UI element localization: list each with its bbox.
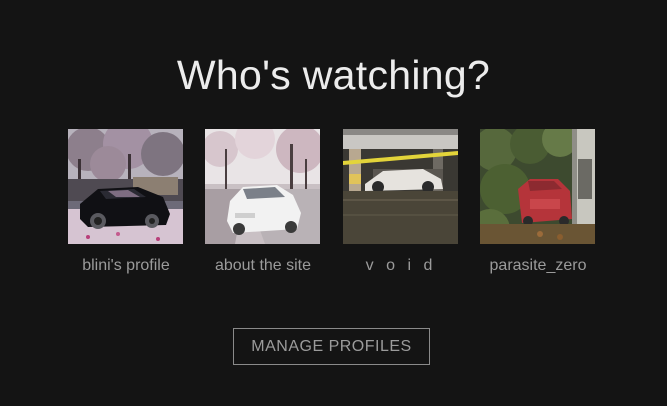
profile-avatar-about[interactable] <box>205 129 320 244</box>
profile-avatar-void[interactable] <box>343 129 458 244</box>
profile-card-blini[interactable]: blini's profile <box>68 129 183 275</box>
profile-name[interactable]: v o i d <box>331 257 471 275</box>
profile-name[interactable]: about the site <box>193 257 333 275</box>
profile-card-parasite[interactable]: parasite_zero <box>480 129 595 275</box>
profile-select-screen: Who's watching? blini's profile about th… <box>0 0 667 406</box>
profile-card-void[interactable]: v o i d <box>343 129 458 275</box>
black-car-blossom-image <box>68 129 183 244</box>
profile-avatar-parasite[interactable] <box>480 129 595 244</box>
profile-avatar-blini[interactable] <box>68 129 183 244</box>
page-title: Who's watching? <box>176 52 491 98</box>
flooded-garage-car-image <box>343 129 458 244</box>
manage-profiles-button[interactable]: MANAGE PROFILES <box>233 328 430 365</box>
profile-name[interactable]: parasite_zero <box>468 257 608 275</box>
profile-list: blini's profile about the site v o i d p… <box>68 129 598 279</box>
white-car-blossom-road-image <box>205 129 320 244</box>
profile-card-about[interactable]: about the site <box>205 129 320 275</box>
overgrown-red-car-image <box>480 129 595 244</box>
profile-name[interactable]: blini's profile <box>56 257 196 275</box>
